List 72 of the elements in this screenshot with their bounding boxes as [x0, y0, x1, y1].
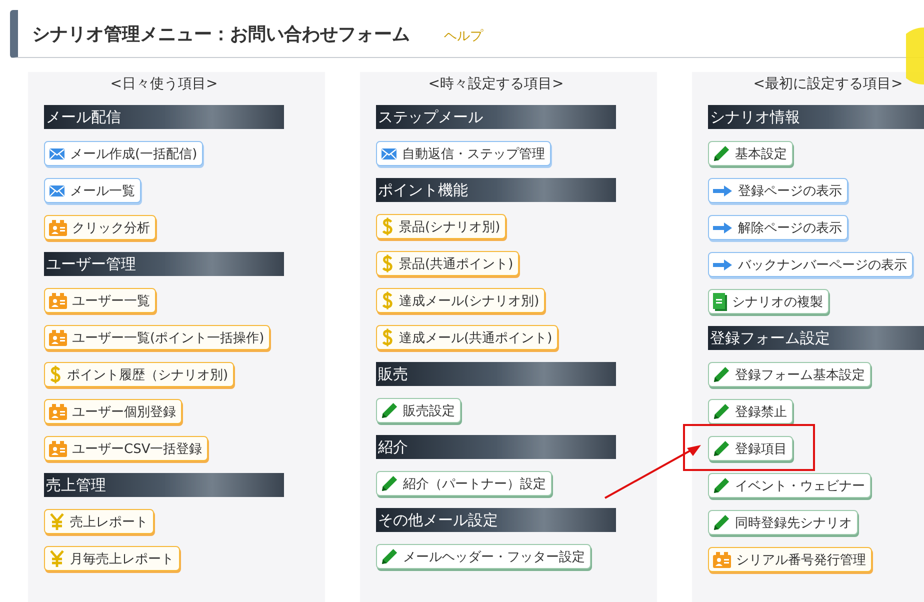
contact-card-icon: [49, 220, 67, 236]
dollar-icon: [381, 291, 394, 310]
section-header: シナリオ情報: [708, 105, 924, 129]
menu-button[interactable]: 登録ページの表示: [708, 178, 848, 203]
menu-button[interactable]: クリック分析: [44, 215, 156, 240]
section-header: 紹介: [376, 435, 616, 459]
menu-button[interactable]: 販売設定: [376, 398, 461, 423]
contact-card-icon: [49, 440, 67, 456]
arrow-right-icon: [713, 258, 733, 270]
column-heading: <最初に設定する項目>: [752, 75, 904, 93]
menu-button[interactable]: 景品(共通ポイント): [376, 251, 520, 276]
document-icon: [713, 292, 727, 310]
envelope-icon: [49, 148, 65, 160]
menu-button[interactable]: 月毎売上レポート: [44, 546, 180, 571]
pencil-icon: [713, 440, 730, 457]
contact-card-icon: [49, 292, 67, 308]
yen-icon: [49, 550, 65, 568]
menu-button[interactable]: メールヘッダー・フッター設定: [376, 544, 591, 569]
column-heading: <時々設定する項目>: [427, 75, 565, 93]
menu-button[interactable]: 解除ページの表示: [708, 215, 848, 240]
menu-button[interactable]: 紹介（パートナー）設定: [376, 471, 552, 496]
section-header: ユーザー管理: [44, 252, 284, 276]
page-title: シナリオ管理メニュー：お問い合わせフォーム: [32, 22, 410, 46]
dollar-icon: [381, 217, 394, 236]
menu-button[interactable]: ユーザー一覧: [44, 288, 156, 313]
pencil-icon: [713, 514, 730, 531]
menu-button[interactable]: 同時登録先シナリオ: [708, 510, 858, 535]
section-header: 登録フォーム設定: [708, 326, 924, 350]
menu-button[interactable]: ユーザー個別登録: [44, 399, 182, 424]
menu-button[interactable]: ユーザーCSV一括登録: [44, 436, 208, 461]
menu-button[interactable]: イベント・ウェビナー: [708, 473, 871, 498]
menu-button[interactable]: 基本設定: [708, 141, 793, 166]
pencil-icon: [381, 475, 398, 492]
menu-button[interactable]: ユーザー一覧(ポイント一括操作): [44, 325, 270, 350]
menu-button[interactable]: シナリオの複製: [708, 289, 829, 314]
menu-button[interactable]: 自動返信・ステップ管理: [376, 141, 551, 166]
menu-button[interactable]: メール作成(一括配信): [44, 141, 204, 166]
contact-card-icon: [49, 330, 67, 346]
column-heading: <日々使う項目>: [109, 75, 219, 93]
dollar-icon: [381, 254, 394, 273]
menu-button[interactable]: 売上レポート: [44, 509, 154, 534]
pencil-icon: [381, 548, 398, 565]
section-header: ポイント機能: [376, 178, 616, 202]
menu-button[interactable]: メール一覧: [44, 178, 141, 203]
pencil-icon: [713, 145, 730, 162]
envelope-icon: [381, 148, 397, 160]
pencil-icon: [713, 366, 730, 383]
section-header: ステップメール: [376, 105, 616, 129]
dollar-icon: [49, 365, 62, 384]
menu-button[interactable]: 登録フォーム基本設定: [708, 362, 871, 387]
contact-card-icon: [713, 552, 731, 568]
menu-button[interactable]: シリアル番号発行管理: [708, 547, 872, 572]
pencil-icon: [381, 402, 398, 419]
menu-button[interactable]: 達成メール(共通ポイント): [376, 325, 558, 350]
menu-button[interactable]: 登録禁止: [708, 399, 793, 424]
section-header: 売上管理: [44, 473, 284, 497]
pencil-icon: [713, 403, 730, 420]
menu-button[interactable]: 達成メール(シナリオ別): [376, 288, 546, 313]
section-header: 販売: [376, 362, 616, 386]
menu-button[interactable]: バックナンバーページの表示: [708, 252, 913, 277]
arrow-right-icon: [713, 184, 733, 196]
pencil-icon: [713, 477, 730, 494]
menu-button[interactable]: 登録項目: [708, 436, 793, 461]
section-header: メール配信: [44, 105, 284, 129]
envelope-icon: [49, 184, 65, 196]
menu-button[interactable]: 景品(シナリオ別): [376, 214, 506, 239]
arrow-right-icon: [713, 222, 733, 234]
menu-button[interactable]: ポイント履歴（シナリオ別): [44, 362, 234, 387]
contact-card-icon: [49, 404, 67, 420]
yen-icon: [49, 512, 65, 530]
dollar-icon: [381, 328, 394, 347]
section-header: その他メール設定: [376, 508, 616, 532]
